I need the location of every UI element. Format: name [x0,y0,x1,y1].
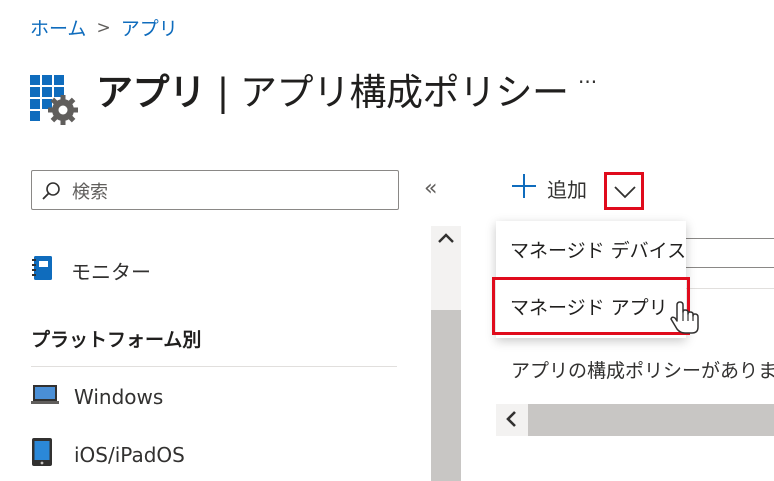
page-title-service: アプリ [96,71,206,114]
ios-tablet-icon [31,437,74,472]
breadcrumb-separator: > [96,17,111,38]
empty-state-message: アプリの構成ポリシーがありませ [511,360,774,382]
monitor-book-icon [31,255,71,286]
scroll-left-button[interactable] [496,404,528,436]
chevron-down-icon [613,184,637,204]
search-placeholder: 検索 [72,182,108,203]
apps-settings-icon [28,73,80,127]
search-input[interactable]: 検索 [31,170,399,210]
sidebar-item-windows[interactable]: Windows [31,383,163,410]
windows-laptop-icon [31,383,74,410]
sidebar-divider [31,366,397,367]
search-icon [40,180,62,206]
hand-pointer-cursor-icon [668,298,706,340]
highlight-box [492,277,690,335]
menu-item-managed-devices[interactable]: マネージド デバイス [510,236,686,263]
sidebar-item-monitor[interactable]: モニター [31,255,151,286]
page-title: アプリ | アプリ構成ポリシー [96,62,569,116]
section-heading-platform: プラットフォーム別 [31,329,202,351]
sidebar-item-label: Windows [74,384,164,409]
breadcrumb-apps-link[interactable]: アプリ [121,14,178,41]
more-actions-button[interactable]: ··· [578,70,597,94]
page-title-blade: | アプリ構成ポリシー [205,71,569,114]
grid-horizontal-scrollbar[interactable] [496,404,774,436]
scroll-up-arrow-icon[interactable] [437,230,455,248]
add-button-label: 追加 [547,177,587,202]
add-button[interactable]: 追加 [511,172,587,204]
chevron-left-icon [505,408,517,435]
sidebar-item-label: iOS/iPadOS [74,442,185,467]
filter-box[interactable] [685,238,774,268]
sidebar-item-ios[interactable]: iOS/iPadOS [31,437,185,472]
plus-icon [511,172,537,204]
breadcrumb: ホーム > アプリ [30,14,178,41]
grid-header-divider [686,288,774,289]
breadcrumb-home-link[interactable]: ホーム [30,14,86,41]
collapse-sidebar-button[interactable]: « [424,176,437,201]
sidebar-item-label: モニター [71,260,151,284]
sidebar-scrollbar-thumb[interactable] [431,310,461,481]
add-dropdown-button[interactable] [604,172,644,210]
